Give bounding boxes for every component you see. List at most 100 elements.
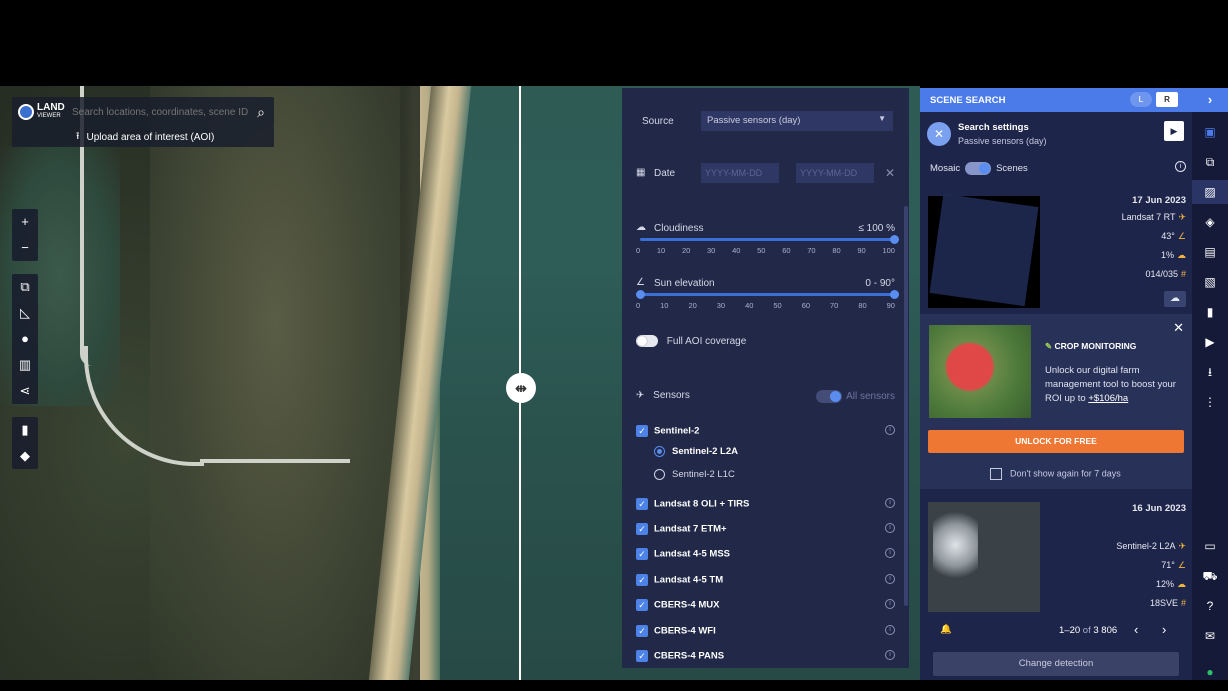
- scene-card[interactable]: 17 Jun 2023 Landsat 7 RT ✈ 43° ∠ 1% ☁ 014/0…: [928, 192, 1186, 312]
- aoi-draw-icon[interactable]: ⧉: [12, 274, 38, 300]
- full-aoi-label: Full AOI coverage: [666, 335, 747, 347]
- layers-icon[interactable]: ◈: [1192, 210, 1228, 234]
- grid-icon: #: [1180, 598, 1186, 608]
- checkbox-checked[interactable]: ✓: [636, 574, 648, 586]
- ruler-icon[interactable]: ◺: [12, 300, 38, 326]
- scene-card[interactable]: 16 Jun 2023 Sentinel-2 L2A ✈ 71° ∠ 12% ☁ 18…: [928, 499, 1186, 614]
- checkbox-checked[interactable]: ✓: [636, 548, 648, 560]
- zoom-out-button[interactable]: −: [12, 235, 38, 261]
- scene-cloud: 12%: [1155, 579, 1174, 589]
- date-to-input[interactable]: YYYY-MM-DD: [796, 163, 874, 183]
- change-detection-button[interactable]: Change detection: [933, 652, 1179, 676]
- sun-knob-max[interactable]: [890, 290, 899, 299]
- play-icon[interactable]: ▶: [1164, 121, 1184, 141]
- cloudiness-slider[interactable]: [640, 235, 899, 244]
- checkbox-checked[interactable]: ✓: [636, 625, 648, 637]
- ad-title: ✎ CROP MONITORING: [1045, 341, 1136, 352]
- source-select[interactable]: Passive sensors (day) ▼: [701, 111, 893, 131]
- sensor-row[interactable]: ✓ Landsat 4-5 TM i: [636, 574, 895, 588]
- chart-icon[interactable]: ▮: [1192, 300, 1228, 324]
- next-page-icon[interactable]: ›: [1162, 622, 1166, 637]
- radio-selected[interactable]: [654, 446, 665, 457]
- satellite-icon: ✈: [1178, 212, 1186, 222]
- cloudiness-knob[interactable]: [890, 235, 899, 244]
- prev-page-icon[interactable]: ‹: [1134, 622, 1138, 637]
- cloudiness-row: ☁ Cloudiness ≤ 100 % 0 10 20 30 40 50 60 70 80 90…: [636, 222, 899, 262]
- collapse-panel-icon[interactable]: ›: [1192, 88, 1228, 112]
- map-book-icon[interactable]: ▥: [12, 352, 38, 378]
- info-icon[interactable]: i: [885, 650, 895, 660]
- info-icon[interactable]: i: [885, 548, 895, 558]
- scene-thumbnail: [928, 502, 1040, 612]
- sun-knob-min[interactable]: [636, 290, 645, 299]
- compare-right-button[interactable]: R: [1156, 92, 1178, 107]
- sensor-row[interactable]: ✓ Landsat 4-5 MSS i: [636, 548, 895, 562]
- checkbox-checked[interactable]: ✓: [636, 498, 648, 510]
- map-icon[interactable]: ▤: [1192, 240, 1228, 264]
- checkbox-checked[interactable]: ✓: [636, 650, 648, 662]
- zoom-in-button[interactable]: +: [12, 209, 38, 235]
- chat-icon[interactable]: ▭: [1192, 534, 1228, 558]
- close-settings-icon[interactable]: ✕: [927, 122, 951, 146]
- pager-of: of: [1082, 625, 1091, 636]
- cart-icon[interactable]: ⛟: [1192, 564, 1228, 588]
- checkbox-unchecked[interactable]: [990, 468, 1002, 480]
- info-icon[interactable]: i: [885, 599, 895, 609]
- ad-highlight-link[interactable]: +$106/ha: [1088, 393, 1128, 404]
- info-icon[interactable]: i: [885, 425, 895, 435]
- app-icon[interactable]: ▣: [1192, 120, 1228, 144]
- play-icon[interactable]: ▶: [1192, 330, 1228, 354]
- checkbox-checked[interactable]: ✓: [636, 599, 648, 611]
- all-sensors-toggle[interactable]: [816, 390, 843, 403]
- sensor-row[interactable]: ✓ CBERS-4 WFI i: [636, 625, 895, 639]
- image-icon[interactable]: ▨: [1192, 180, 1228, 204]
- date-from-input[interactable]: YYYY-MM-DD: [701, 163, 779, 183]
- close-icon[interactable]: ✕: [1173, 320, 1184, 336]
- compare-icon[interactable]: ▧: [1192, 270, 1228, 294]
- checkbox-checked[interactable]: ✓: [636, 425, 648, 437]
- info-icon[interactable]: i: [1175, 161, 1186, 172]
- clear-date-icon[interactable]: ✕: [885, 166, 895, 180]
- compare-handle[interactable]: ⇹: [506, 373, 536, 403]
- cloud-download-icon[interactable]: ☁: [1164, 291, 1186, 307]
- unlock-button[interactable]: UNLOCK FOR FREE: [928, 430, 1184, 453]
- mosaic-label: Mosaic: [930, 163, 961, 175]
- sensor-row[interactable]: ✓ Sentinel-2 i: [636, 425, 895, 439]
- mosaic-scenes-toggle[interactable]: [965, 162, 992, 175]
- search-input[interactable]: [72, 106, 248, 118]
- search-settings-row[interactable]: ✕ Search settings Passive sensors (day) …: [920, 118, 1192, 150]
- help-icon[interactable]: ?: [1192, 594, 1228, 618]
- tick-label: 60: [782, 246, 791, 255]
- sentinel-option[interactable]: Sentinel-2 L1C: [654, 469, 895, 483]
- upload-aoi-button[interactable]: ⭱ Upload area of interest (AOI): [12, 127, 274, 147]
- message-icon[interactable]: ✉: [1192, 624, 1228, 648]
- sensor-row[interactable]: ✓ Landsat 8 OLI + TIRS i: [636, 498, 895, 512]
- cube-icon[interactable]: ◆: [12, 443, 38, 469]
- sentinel-option[interactable]: Sentinel-2 L2A: [654, 446, 895, 460]
- tick-label: 0: [636, 246, 641, 255]
- pin-icon[interactable]: ●: [12, 326, 38, 352]
- tick-label: 80: [858, 301, 867, 310]
- sensor-row[interactable]: ✓ CBERS-4 PANS i: [636, 650, 895, 664]
- sensor-row[interactable]: ✓ Landsat 7 ETM+ i: [636, 523, 895, 537]
- sensor-row[interactable]: ✓ CBERS-4 MUX i: [636, 599, 895, 613]
- chart-icon[interactable]: ▮: [12, 417, 38, 443]
- compare-left-button[interactable]: L: [1130, 92, 1152, 107]
- full-aoi-toggle[interactable]: [636, 335, 658, 347]
- sun-slider[interactable]: [636, 290, 899, 299]
- radio-unselected[interactable]: [654, 469, 665, 480]
- info-icon[interactable]: i: [885, 498, 895, 508]
- bell-icon[interactable]: 🔔: [940, 624, 952, 635]
- info-icon[interactable]: i: [885, 523, 895, 533]
- checkbox-checked[interactable]: ✓: [636, 523, 648, 535]
- more-icon[interactable]: ⋮: [1192, 390, 1228, 414]
- filter-scrollbar[interactable]: [904, 206, 908, 606]
- download-icon[interactable]: ⭳: [1192, 360, 1228, 384]
- info-icon[interactable]: i: [885, 574, 895, 584]
- search-icon[interactable]: ⌕: [248, 104, 274, 121]
- share-icon[interactable]: ⋖: [12, 378, 38, 404]
- scene-sensor: Sentinel-2 L2A: [1116, 541, 1176, 551]
- dont-show-checkbox-row[interactable]: Don't show again for 7 days: [990, 468, 1121, 480]
- aoi-icon[interactable]: ⧉: [1192, 150, 1228, 174]
- info-icon[interactable]: i: [885, 625, 895, 635]
